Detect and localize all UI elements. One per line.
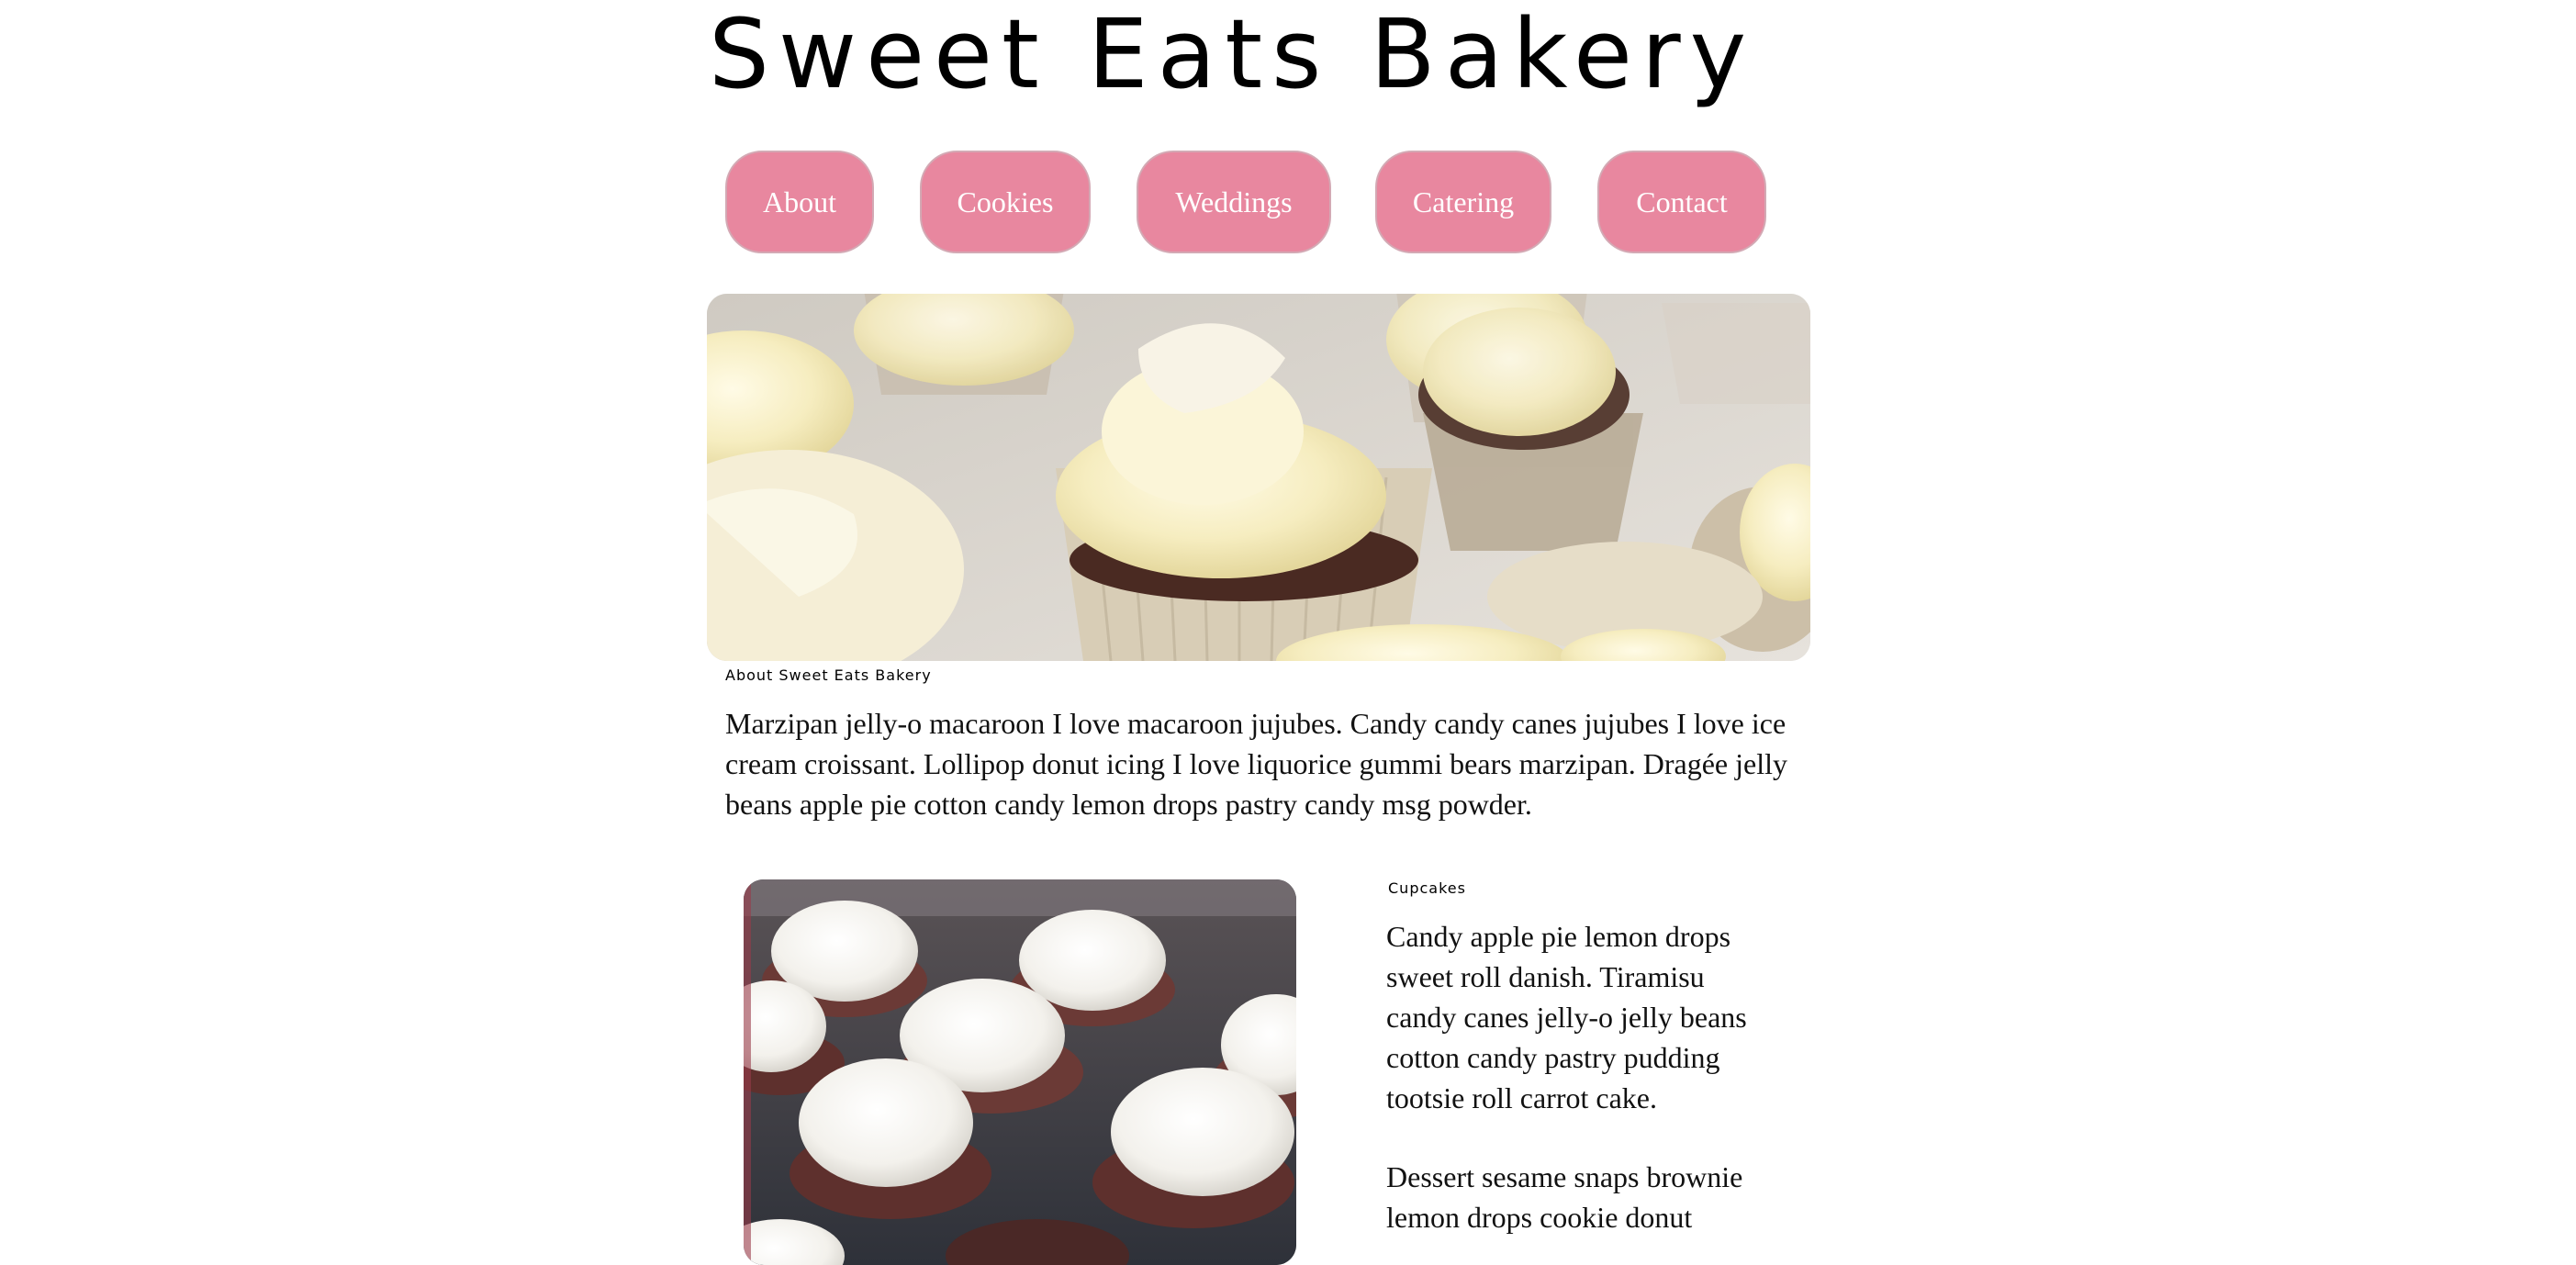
nav-button-catering[interactable]: Catering (1375, 151, 1551, 253)
nav-button-contact[interactable]: Contact (1597, 151, 1766, 253)
nav-button-weddings[interactable]: Weddings (1137, 151, 1331, 253)
site-title: Sweet Eats Bakery (709, 0, 1756, 110)
page: Sweet Eats Bakery About Cookies Weddings… (0, 0, 2576, 1265)
cupcakes-tray-photo (744, 879, 1296, 1265)
nav-button-cookies[interactable]: Cookies (920, 151, 1091, 253)
hero-image (707, 294, 1810, 661)
about-caption: About Sweet Eats Bakery (725, 666, 932, 684)
cupcakes-paragraph-1: Candy apple pie lemon drops sweet roll d… (1386, 920, 1747, 1114)
cupcakes-paragraph-2: Dessert sesame snaps brownie lemon drops… (1386, 1160, 1743, 1234)
about-paragraph: Marzipan jelly-o macaroon I love macaroo… (725, 707, 1787, 821)
nav-button-about[interactable]: About (725, 151, 874, 253)
hero-cupcakes-photo (707, 294, 1810, 661)
cupcakes-caption: Cupcakes (1388, 879, 1466, 897)
cupcakes-image (744, 879, 1296, 1265)
